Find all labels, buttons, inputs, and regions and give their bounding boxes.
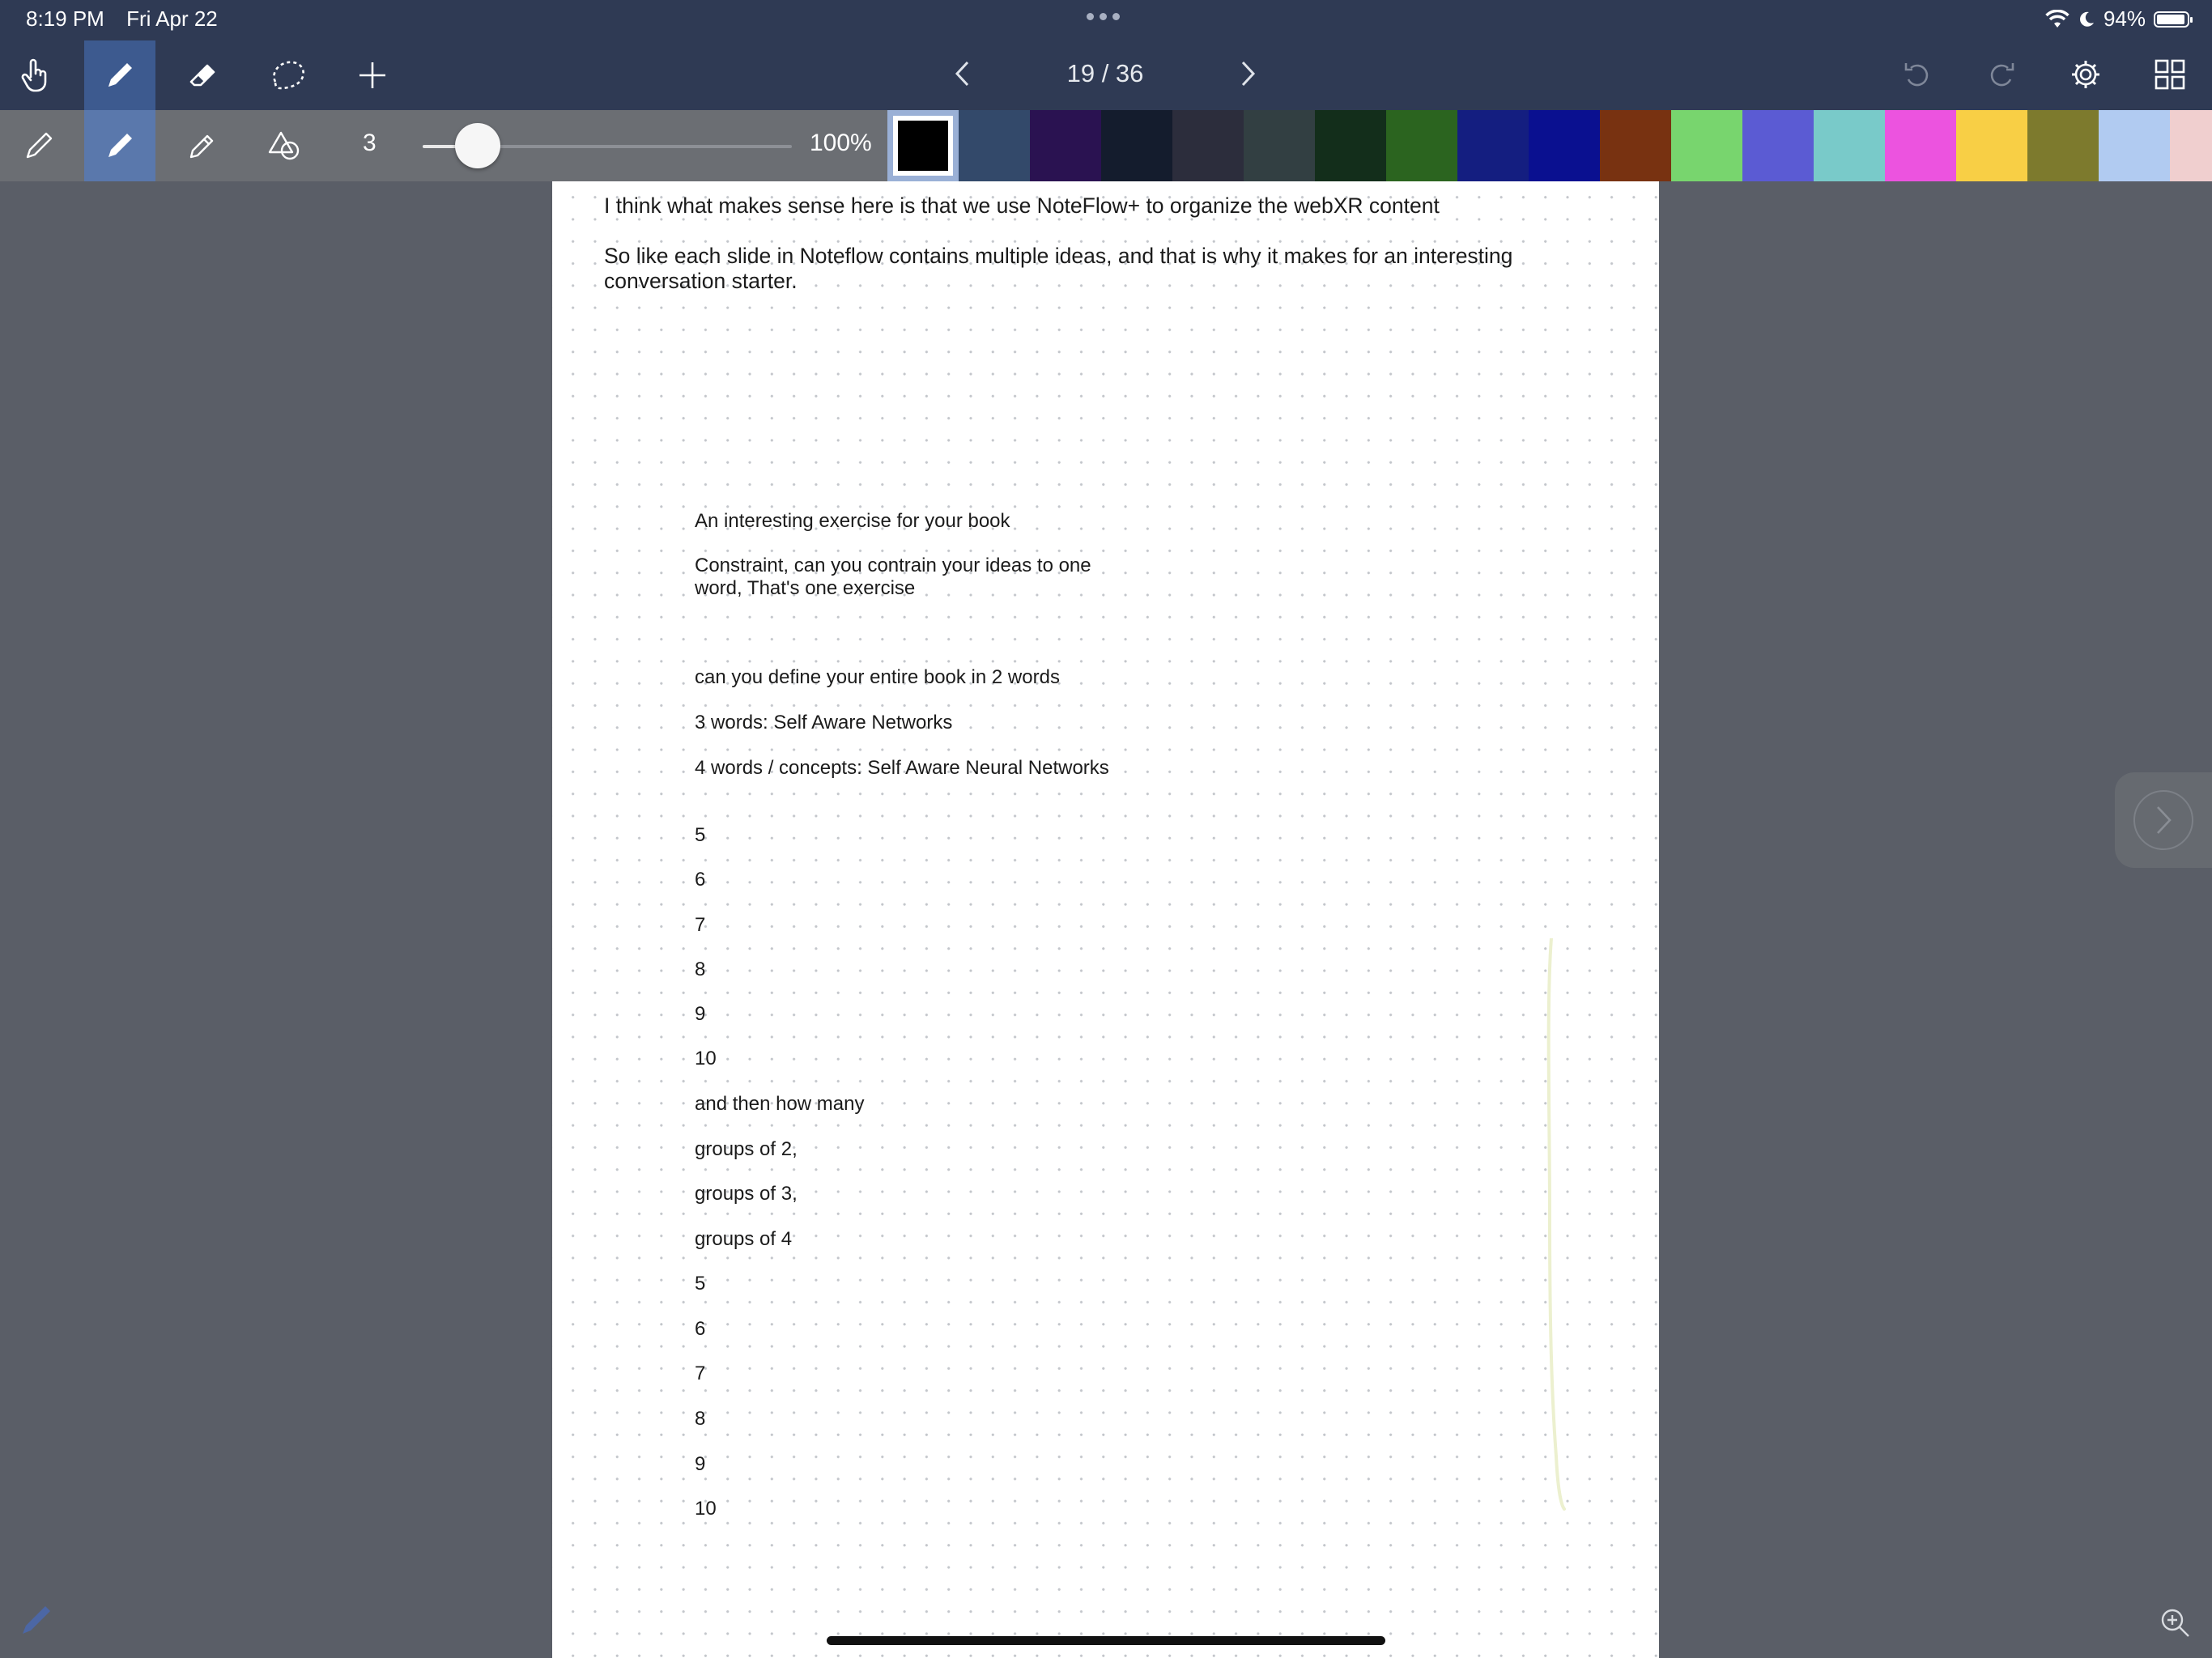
marker-pen-icon — [108, 134, 132, 157]
note-line[interactable]: 9 — [695, 1453, 1116, 1476]
color-swatch[interactable] — [1172, 110, 1244, 181]
note-line[interactable]: 9 — [695, 1003, 1116, 1026]
redo-button[interactable] — [1959, 49, 2044, 100]
color-swatch[interactable] — [1885, 110, 1956, 181]
color-swatch[interactable] — [1244, 110, 1315, 181]
wifi-icon — [2045, 9, 2069, 28]
page-indicator[interactable]: 19 / 36 — [1067, 59, 1144, 88]
note-line[interactable]: 5 — [695, 824, 1116, 847]
paragraph-1[interactable]: I think what makes sense here is that we… — [604, 193, 1584, 219]
home-indicator[interactable] — [827, 1636, 1385, 1645]
status-bar-right: 94% — [2045, 6, 2193, 32]
gear-icon — [2072, 61, 2099, 88]
page-grid-button[interactable] — [2128, 49, 2212, 100]
shapes-icon — [268, 131, 300, 160]
status-bar-left: 8:19 PM Fri Apr 22 — [26, 6, 234, 32]
multitasking-dots-icon[interactable] — [1087, 13, 1120, 20]
note-line[interactable]: 6 — [695, 869, 1116, 891]
selected-color-swatch — [893, 116, 953, 176]
note-line[interactable]: 6 — [695, 1318, 1116, 1341]
color-swatch[interactable] — [1814, 110, 1885, 181]
color-swatch[interactable] — [1386, 110, 1457, 181]
grid-icon — [2155, 59, 2185, 90]
thickness-slider-knob[interactable] — [455, 123, 500, 168]
handwritten-stroke[interactable] — [1540, 938, 1572, 1513]
note-line[interactable]: 3 words: Self Aware Networks — [695, 712, 1116, 734]
pen-toolbar: 3 100% — [0, 110, 2212, 181]
note-line[interactable]: 7 — [695, 914, 1116, 937]
zoom-level[interactable]: 100% — [810, 130, 872, 157]
note-line[interactable]: 7 — [695, 1363, 1116, 1385]
undo-button[interactable] — [1875, 49, 1959, 100]
color-swatch[interactable] — [2099, 110, 2170, 181]
note-line[interactable]: and then how many — [695, 1093, 1116, 1116]
highlighter-icon — [189, 134, 214, 159]
plus-icon — [359, 62, 385, 88]
hand-tool-button[interactable] — [0, 40, 71, 110]
hand-icon — [21, 58, 47, 92]
add-button[interactable] — [337, 40, 408, 110]
note-line[interactable]: 10 — [695, 1048, 1116, 1070]
note-line[interactable]: groups of 4 — [695, 1228, 1116, 1251]
note-line[interactable]: 10 — [695, 1498, 1116, 1520]
status-date: Fri Apr 22 — [126, 6, 218, 31]
color-swatch[interactable] — [1529, 110, 1600, 181]
note-page[interactable]: I think what makes sense here is that we… — [552, 181, 1659, 1658]
page-navigator: 19 / 36 — [947, 45, 1263, 102]
battery-icon — [2154, 11, 2193, 28]
fine-pen-button[interactable] — [3, 110, 74, 181]
color-swatch[interactable] — [1742, 110, 1814, 181]
note-line[interactable]: groups of 2, — [695, 1138, 1116, 1161]
color-swatch[interactable] — [1457, 110, 1529, 181]
next-page-icon[interactable] — [1231, 57, 1263, 90]
note-line[interactable]: Constraint, can you contrain your ideas … — [695, 555, 1116, 600]
top-toolbar: 8:19 PM Fri Apr 22 94% 19 / 36 — [0, 0, 2212, 110]
side-panel-handle[interactable] — [2115, 772, 2212, 868]
color-swatch[interactable] — [1101, 110, 1172, 181]
note-line[interactable]: 5 — [695, 1273, 1116, 1295]
thickness-slider[interactable] — [423, 123, 792, 168]
note-line[interactable]: 4 words / concepts: Self Aware Neural Ne… — [695, 757, 1116, 780]
color-swatch[interactable] — [1600, 110, 1671, 181]
pen-icon — [108, 63, 132, 87]
color-swatch[interactable] — [887, 110, 959, 181]
pencil-hover-icon[interactable] — [18, 1601, 53, 1637]
color-swatch[interactable] — [1956, 110, 2027, 181]
note-line[interactable]: can you define your entire book in 2 wor… — [695, 666, 1116, 689]
zoom-in-icon[interactable] — [2159, 1606, 2191, 1639]
pen-tool-button[interactable] — [84, 40, 155, 110]
battery-percent: 94% — [2103, 6, 2146, 31]
highlighter-pen-button[interactable] — [167, 110, 238, 181]
chevron-right-icon — [2133, 790, 2193, 850]
color-swatch[interactable] — [1671, 110, 1742, 181]
color-swatch[interactable] — [1030, 110, 1101, 181]
undo-icon — [1904, 63, 1929, 87]
right-toolbar — [1875, 49, 2212, 100]
fine-pen-icon — [26, 132, 53, 159]
color-swatch[interactable] — [2170, 110, 2212, 181]
note-line[interactable]: An interesting exercise for your book — [695, 510, 1116, 533]
marker-pen-button[interactable] — [84, 110, 155, 181]
pen-thickness-value: 3 — [363, 130, 376, 156]
note-line[interactable]: 8 — [695, 959, 1116, 981]
paragraph-2[interactable]: So like each slide in Noteflow contains … — [604, 244, 1584, 294]
eraser-tool-button[interactable] — [168, 40, 240, 110]
color-swatch[interactable] — [1315, 110, 1386, 181]
note-line[interactable]: 8 — [695, 1408, 1116, 1431]
previous-page-icon[interactable] — [947, 57, 980, 90]
color-swatch[interactable] — [959, 110, 1030, 181]
redo-icon — [1990, 63, 2014, 87]
eraser-icon — [189, 64, 215, 87]
moon-icon — [2080, 11, 2094, 27]
lasso-icon — [273, 61, 304, 90]
status-time: 8:19 PM — [26, 6, 104, 31]
note-line[interactable]: groups of 3, — [695, 1183, 1116, 1205]
settings-button[interactable] — [2044, 49, 2128, 100]
color-palette — [887, 110, 2212, 181]
color-swatch[interactable] — [2027, 110, 2099, 181]
lasso-tool-button[interactable] — [253, 40, 324, 110]
shapes-tool-button[interactable] — [249, 110, 321, 181]
